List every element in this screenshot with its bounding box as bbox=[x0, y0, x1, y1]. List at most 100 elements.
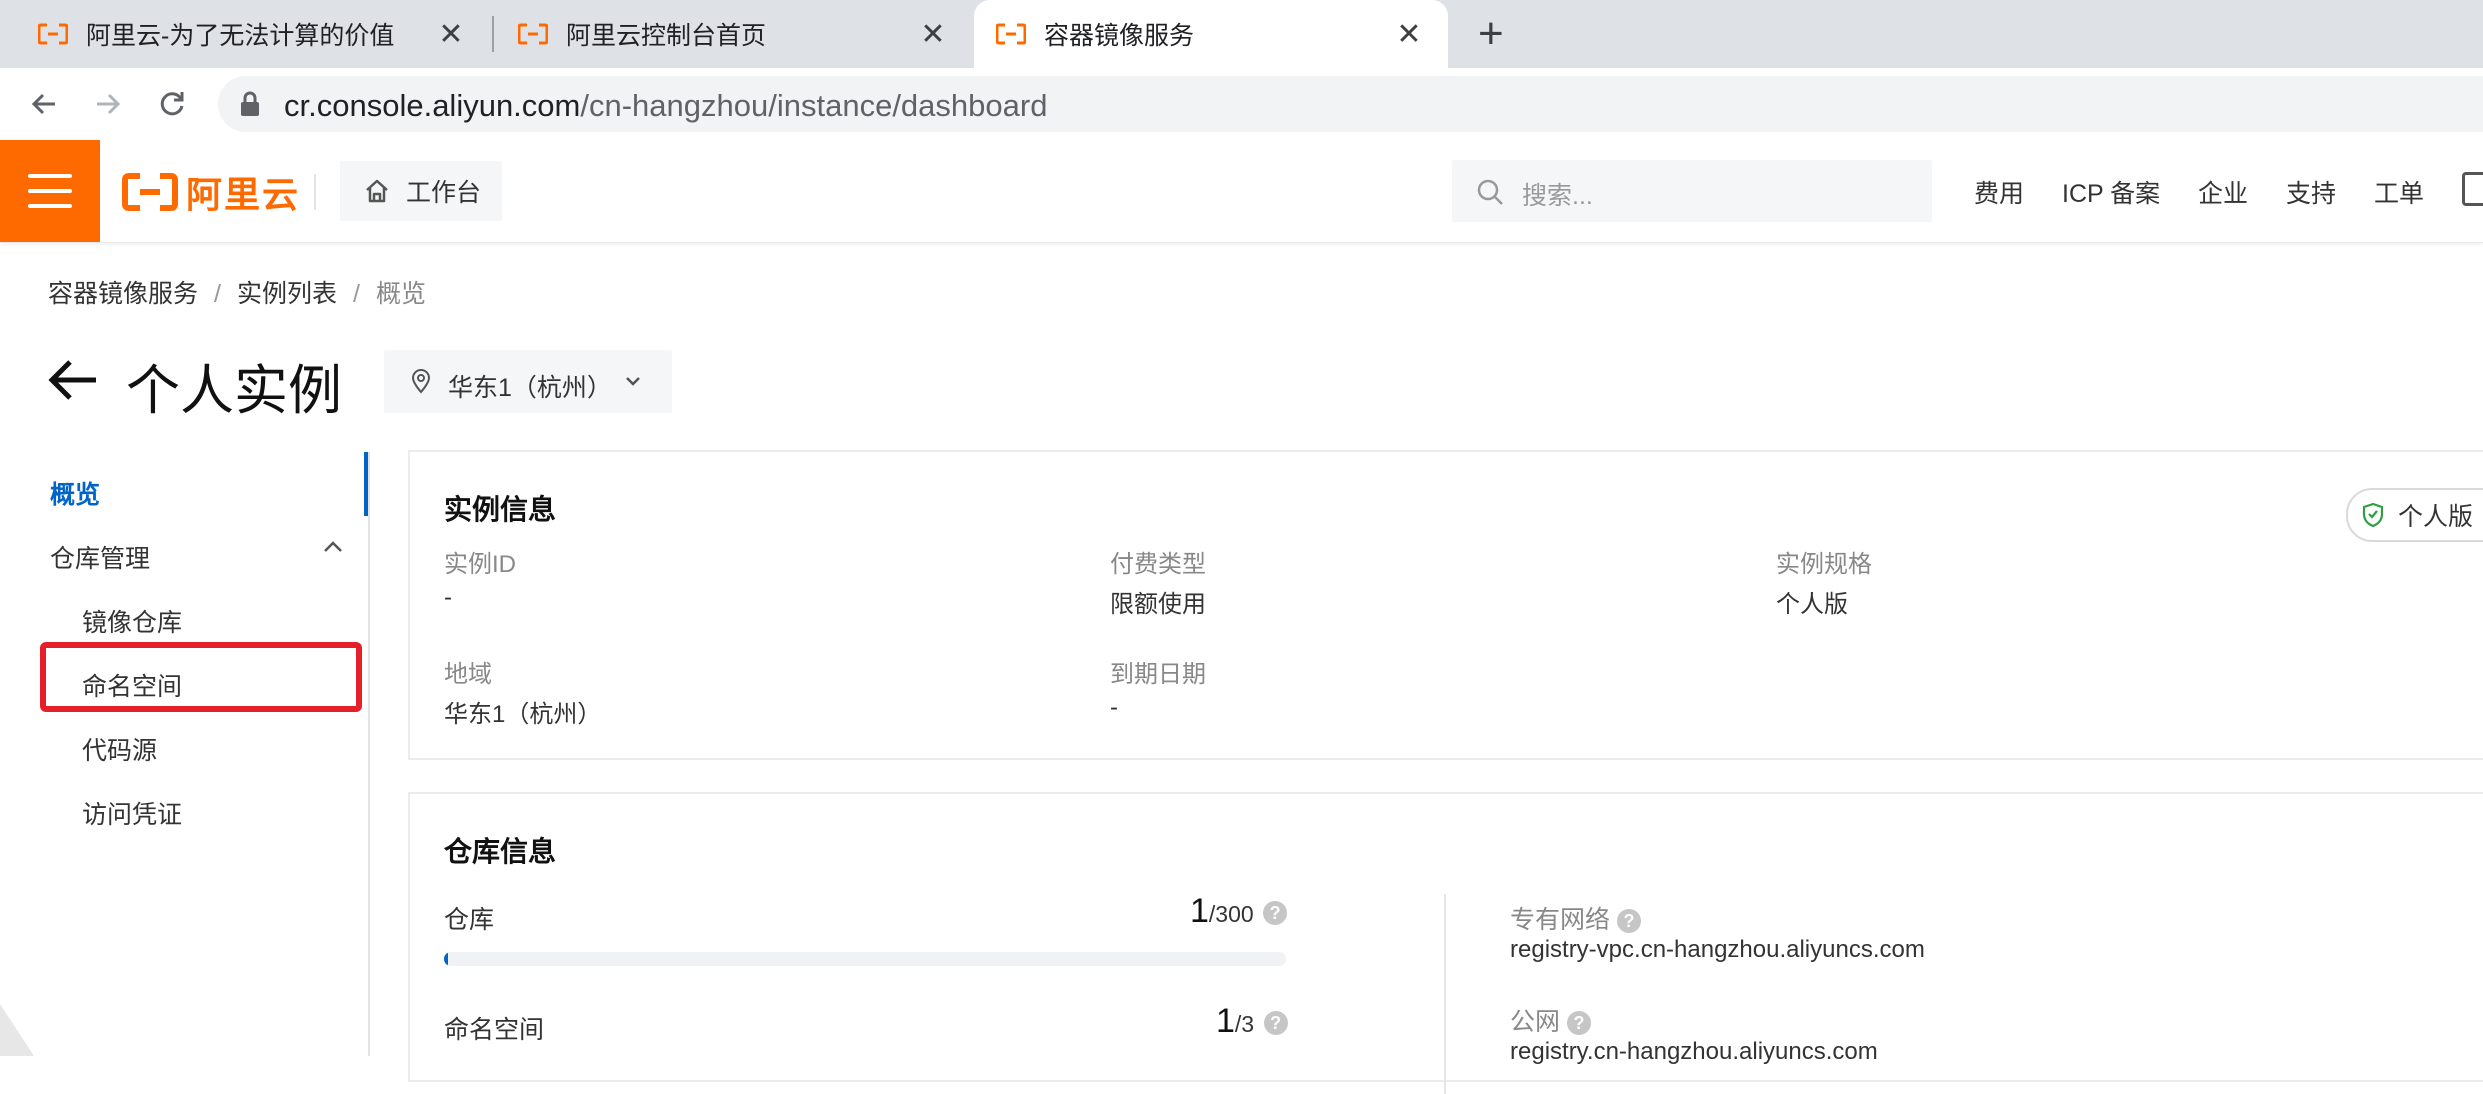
stat-label-repos: 仓库 bbox=[444, 906, 495, 934]
breadcrumb-separator: / bbox=[214, 280, 221, 308]
edition-badge-text: 个人版 bbox=[2398, 503, 2474, 531]
shield-check-icon bbox=[2362, 502, 2384, 528]
menu-support[interactable]: 支持 bbox=[2286, 174, 2336, 210]
breadcrumb-container-registry[interactable]: 容器镜像服务 bbox=[48, 280, 198, 308]
column-divider bbox=[1444, 894, 1446, 1094]
breadcrumb-current: 概览 bbox=[375, 280, 426, 308]
field-label-billing-type: 付费类型 bbox=[1110, 551, 1206, 578]
endpoint-label-text: 公网 bbox=[1510, 1008, 1561, 1036]
location-pin-icon bbox=[411, 369, 431, 394]
help-icon[interactable]: ? bbox=[1263, 901, 1288, 926]
aliyun-favicon-icon bbox=[518, 23, 548, 45]
console-top-nav: 阿里云 工作台 搜索... 费用 ICP 备案 企业 支持 工单 bbox=[0, 140, 2483, 243]
url-text: cr.console.aliyun.com/cn-hangzhou/instan… bbox=[284, 88, 1047, 124]
aliyun-logo[interactable]: 阿里云 bbox=[122, 170, 300, 215]
workbench-button[interactable]: 工作台 bbox=[340, 161, 502, 221]
repos-progress-bar bbox=[444, 952, 1286, 966]
field-value-region: 华东1（杭州） bbox=[444, 701, 602, 728]
search-input[interactable]: 搜索... bbox=[1452, 160, 1932, 222]
field-label-expiry-date: 到期日期 bbox=[1110, 661, 1206, 688]
help-icon[interactable]: ? bbox=[1263, 1011, 1288, 1036]
stat-label-namespaces: 命名空间 bbox=[444, 1016, 545, 1044]
field-label-instance-id: 实例ID bbox=[444, 551, 516, 578]
back-arrow-icon[interactable] bbox=[46, 358, 98, 402]
workbench-label: 工作台 bbox=[406, 179, 482, 207]
stat-limit: /3 bbox=[1234, 1011, 1255, 1037]
forward-arrow-icon bbox=[97, 93, 121, 115]
card-title: 仓库信息 bbox=[444, 836, 557, 867]
endpoint-label-text: 专有网络 bbox=[1510, 906, 1611, 934]
field-label-instance-spec: 实例规格 bbox=[1776, 551, 1872, 578]
address-bar[interactable]: cr.console.aliyun.com/cn-hangzhou/instan… bbox=[218, 76, 2483, 132]
tab-title: 阿里云-为了无法计算的价值 bbox=[86, 22, 395, 50]
help-icon[interactable]: ? bbox=[1566, 1011, 1591, 1036]
sidebar-item-code-sources[interactable]: 代码源 bbox=[82, 731, 157, 767]
corner-shadow bbox=[0, 1004, 34, 1056]
endpoint-value-public: registry.cn-hangzhou.aliyuncs.com bbox=[1510, 1038, 1878, 1065]
menu-toggle-button[interactable] bbox=[0, 140, 100, 242]
hamburger-line bbox=[28, 204, 72, 208]
close-tab-icon[interactable]: ✕ bbox=[436, 17, 466, 52]
reload-button[interactable] bbox=[150, 82, 194, 126]
chevron-down-icon bbox=[626, 377, 640, 386]
page-title: 个人实例 bbox=[126, 361, 342, 421]
menu-fees[interactable]: 费用 bbox=[1974, 174, 2024, 210]
browser-toolbar: cr.console.aliyun.com/cn-hangzhou/instan… bbox=[0, 68, 2483, 142]
menu-icp-filing[interactable]: ICP 备案 bbox=[2062, 174, 2160, 210]
url-path: /cn-hangzhou/instance/dashboard bbox=[580, 88, 1048, 123]
field-value-billing-type: 限额使用 bbox=[1110, 591, 1206, 618]
sidebar-item-image-repos[interactable]: 镜像仓库 bbox=[82, 603, 182, 639]
region-label: 华东1（杭州） bbox=[448, 374, 612, 402]
edition-badge: 个人版 bbox=[2346, 488, 2483, 542]
tab-title: 阿里云控制台首页 bbox=[566, 22, 767, 50]
stat-limit: /300 bbox=[1208, 901, 1254, 927]
sidebar-item-access-credentials[interactable]: 访问凭证 bbox=[82, 795, 182, 831]
back-button[interactable] bbox=[22, 82, 66, 126]
browser-tab-strip: 阿里云-为了无法计算的价值 ✕ 阿里云控制台首页 ✕ 容器镜像服务 ✕ + bbox=[0, 0, 2483, 68]
reload-icon bbox=[160, 92, 184, 116]
sidebar-group-repo-management[interactable]: 仓库管理 bbox=[50, 539, 150, 575]
breadcrumb-instance-list[interactable]: 实例列表 bbox=[237, 280, 337, 308]
close-tab-icon[interactable]: ✕ bbox=[918, 17, 948, 52]
nav-divider bbox=[314, 174, 316, 210]
progress-fill bbox=[444, 952, 449, 966]
tab-title: 容器镜像服务 bbox=[1044, 22, 1195, 50]
help-icon[interactable]: ? bbox=[1616, 909, 1641, 934]
stat-namespaces-count: 1/3 ? bbox=[1216, 1002, 1288, 1041]
card-title: 实例信息 bbox=[444, 494, 557, 525]
aliyun-favicon-icon bbox=[38, 23, 68, 45]
endpoint-label-vpc: 专有网络 ? bbox=[1510, 900, 1641, 936]
namespace-highlight-annotation bbox=[40, 642, 362, 712]
chevron-up-icon[interactable] bbox=[322, 540, 344, 554]
breadcrumb: 容器镜像服务 / 实例列表 / 概览 bbox=[48, 274, 426, 310]
menu-enterprise[interactable]: 企业 bbox=[2198, 174, 2248, 210]
field-value-instance-id: - bbox=[444, 584, 452, 611]
close-tab-icon[interactable]: ✕ bbox=[1394, 17, 1424, 52]
hamburger-line bbox=[28, 189, 72, 193]
browser-tab-aliyun-home[interactable]: 阿里云-为了无法计算的价值 ✕ bbox=[0, 0, 490, 68]
endpoint-label-public: 公网 ? bbox=[1510, 1002, 1591, 1038]
back-arrow-icon bbox=[31, 93, 55, 115]
repo-info-card: 仓库信息 仓库 1/300 ? 命名空间 1/3 ? 专有网络 ? regist… bbox=[408, 792, 2483, 1094]
field-value-instance-spec: 个人版 bbox=[1776, 591, 1848, 618]
home-icon bbox=[366, 179, 388, 203]
new-tab-button[interactable]: + bbox=[1478, 12, 1504, 56]
messages-icon[interactable] bbox=[2462, 172, 2483, 206]
region-selector[interactable]: 华东1（杭州） bbox=[384, 350, 672, 413]
instance-info-card: 实例信息 个人版 实例ID - 付费类型 限额使用 实例规格 个人版 地域 华东… bbox=[408, 450, 2483, 760]
browser-tab-console-home[interactable]: 阿里云控制台首页 ✕ bbox=[494, 0, 972, 68]
stat-repos-count: 1/300 ? bbox=[1190, 892, 1288, 931]
stat-used: 1 bbox=[1190, 892, 1209, 930]
url-host: cr.console.aliyun.com bbox=[284, 88, 581, 123]
search-icon bbox=[1477, 179, 1503, 205]
lock-icon bbox=[241, 91, 259, 116]
aliyun-favicon-icon bbox=[996, 23, 1026, 45]
stat-used: 1 bbox=[1216, 1002, 1235, 1040]
browser-tab-container-registry[interactable]: 容器镜像服务 ✕ bbox=[974, 0, 1448, 68]
sidebar-item-overview[interactable]: 概览 bbox=[50, 475, 100, 511]
hamburger-line bbox=[28, 174, 72, 178]
menu-tickets[interactable]: 工单 bbox=[2374, 174, 2424, 210]
search-placeholder: 搜索... bbox=[1522, 182, 1593, 210]
forward-button[interactable] bbox=[86, 82, 130, 126]
active-indicator bbox=[364, 452, 368, 516]
